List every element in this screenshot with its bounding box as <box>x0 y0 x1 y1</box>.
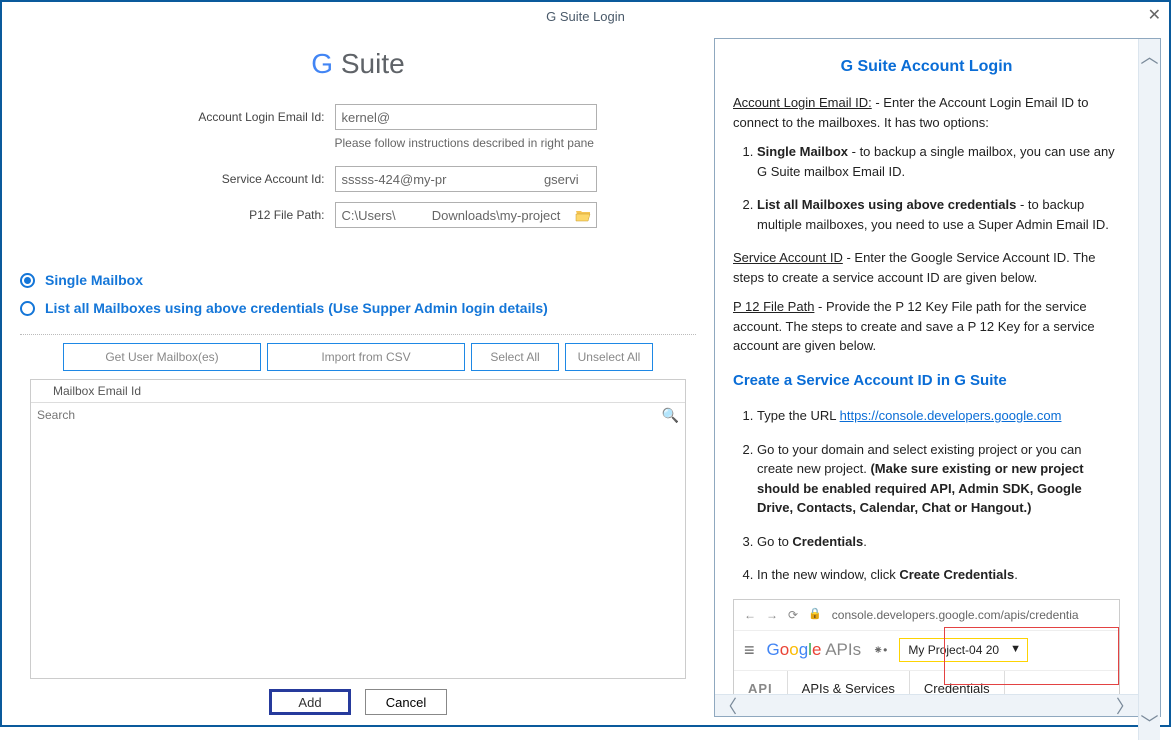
p12-field[interactable] <box>335 202 597 228</box>
reload-icon: ⟳ <box>788 606 798 624</box>
scroll-up-icon[interactable]: ︿ <box>1141 43 1159 69</box>
gsuite-logo: G Suite <box>20 48 696 80</box>
titlebar: G Suite Login ✕ <box>2 2 1169 30</box>
unselect-all-button[interactable]: Unselect All <box>565 343 653 371</box>
email-label: Account Login Email Id: <box>120 110 335 124</box>
help-vertical-scrollbar[interactable]: ︿ ﹀ <box>1138 39 1160 740</box>
help-options-list: Single Mailbox - to backup a single mail… <box>733 142 1120 234</box>
help-p12-label: P 12 File Path <box>733 299 814 314</box>
back-arrow-icon: ← <box>744 606 756 624</box>
email-hint: Please follow instructions described in … <box>335 134 597 150</box>
window-title: G Suite Login <box>546 9 625 24</box>
radio-single-label: Single Mailbox <box>45 272 143 288</box>
help-horizontal-scrollbar[interactable]: 〈 〉 <box>715 694 1138 716</box>
help-steps-list: Type the URL https://console.developers.… <box>733 406 1120 585</box>
help-create-heading: Create a Service Account ID in G Suite <box>733 370 1120 393</box>
help-screenshot: ← → ⟳ 🔒 console.developers.google.com/ap… <box>733 599 1120 707</box>
hamburger-icon: ≡ <box>744 637 755 664</box>
google-apis-logo: Google APIs <box>767 637 862 663</box>
mailbox-list: Mailbox Email Id 🔍 <box>30 379 686 679</box>
search-input[interactable] <box>37 405 662 425</box>
scroll-right-icon[interactable]: 〉 <box>1116 693 1134 719</box>
select-all-button[interactable]: Select All <box>471 343 559 371</box>
radio-list-all[interactable]: List all Mailboxes using above credentia… <box>20 300 696 316</box>
add-button[interactable]: Add <box>269 689 351 715</box>
separator <box>20 334 696 335</box>
forward-arrow-icon: → <box>766 606 778 624</box>
radio-listall-label: List all Mailboxes using above credentia… <box>45 300 548 316</box>
email-field[interactable] <box>335 104 597 130</box>
p12-label: P12 File Path: <box>120 208 335 222</box>
scroll-down-icon[interactable]: ﹀ <box>1141 710 1159 736</box>
radio-single-mailbox[interactable]: Single Mailbox <box>20 272 696 288</box>
project-dropdown: My Project-04 20 ▼ <box>899 638 1028 662</box>
help-intro-label: Account Login Email ID: <box>733 95 872 110</box>
search-icon[interactable]: 🔍 <box>662 407 679 424</box>
help-title: G Suite Account Login <box>733 55 1120 79</box>
scroll-left-icon[interactable]: 〈 <box>719 693 737 719</box>
console-link[interactable]: https://console.developers.google.com <box>840 408 1062 423</box>
lock-icon: 🔒 <box>808 606 822 623</box>
close-icon[interactable]: ✕ <box>1148 5 1161 25</box>
url-text: console.developers.google.com/apis/crede… <box>832 606 1109 624</box>
help-opt2-label: List all Mailboxes using above credentia… <box>757 197 1016 212</box>
service-label: Service Account Id: <box>120 172 335 186</box>
help-panel: G Suite Account Login Account Login Emai… <box>714 38 1161 717</box>
cancel-button[interactable]: Cancel <box>365 689 447 715</box>
caret-down-icon: ▼ <box>1010 641 1021 658</box>
get-mailboxes-button[interactable]: Get User Mailbox(es) <box>63 343 261 371</box>
import-csv-button[interactable]: Import from CSV <box>267 343 465 371</box>
service-field[interactable] <box>335 166 597 192</box>
browse-folder-icon[interactable] <box>573 205 593 225</box>
left-panel: G Suite Account Login Email Id: Please f… <box>2 30 714 725</box>
mailbox-header: Mailbox Email Id <box>31 380 685 403</box>
help-svc-label: Service Account ID <box>733 250 843 265</box>
help-opt1-label: Single Mailbox <box>757 144 848 159</box>
